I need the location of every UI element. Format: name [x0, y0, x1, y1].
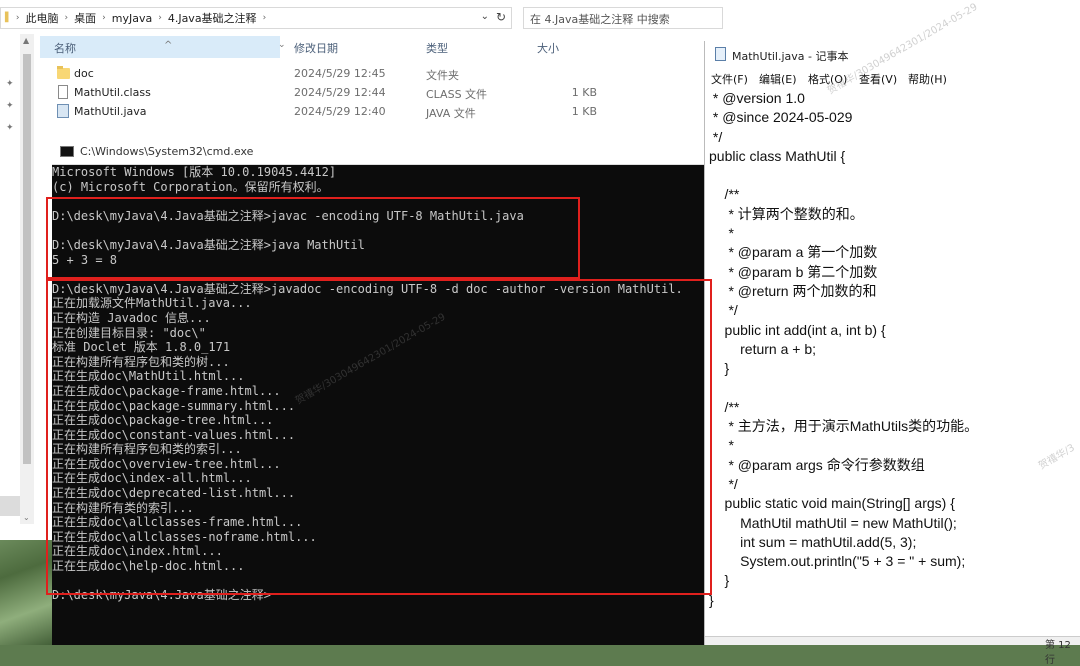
highlight-box-javadoc [46, 279, 712, 595]
sort-up-icon: ^ [164, 40, 173, 51]
column-header-size[interactable]: 大小 [537, 40, 559, 56]
code-line: public static void main(String[] args) { [709, 495, 955, 512]
column-name-label: 名称 [54, 42, 76, 55]
code-line: * @param a 第一个加数 [709, 244, 878, 261]
java-file-icon [57, 104, 69, 118]
status-line-indicator: 第 12 行 [1045, 640, 1071, 666]
column-header-modified[interactable]: 修改日期 [294, 40, 338, 56]
folder-icon: ▌ [5, 13, 12, 23]
file-row[interactable]: doc 2024/5/29 12:45 文件夹 [54, 65, 704, 84]
code-line: */ [709, 475, 738, 492]
notepad-menu-bar: 文件(F) 编辑(E) 格式(O) 查看(V) 帮助(H) [705, 68, 1080, 88]
code-line: * @version 1.0 [709, 90, 805, 106]
pin-icon[interactable]: ✦ [6, 79, 14, 89]
chevron-right-icon: › [64, 13, 69, 23]
file-type: CLASS 文件 [426, 88, 488, 101]
notepad-status-bar: 第 12 行 [705, 636, 1080, 666]
file-name: doc [74, 67, 94, 80]
file-row[interactable]: MathUtil.class 2024/5/29 12:44 CLASS 文件 … [54, 84, 704, 103]
cmd-title-bar[interactable]: C:\Windows\System32\cmd.exe [52, 139, 704, 165]
chevron-right-icon: › [158, 13, 162, 23]
scroll-down-icon[interactable]: ⌄ [23, 513, 30, 522]
terminal-line: Microsoft Windows [版本 10.0.19045.4412] [52, 165, 337, 179]
code-line: */ [709, 128, 723, 145]
file-size: 1 KB [571, 86, 597, 99]
file-modified: 2024/5/29 12:45 [294, 67, 386, 80]
notepad-icon [715, 47, 726, 61]
file-row[interactable]: MathUtil.java 2024/5/29 12:40 JAVA 文件 1 … [54, 103, 704, 122]
terminal-icon [60, 146, 74, 157]
nav-scrollbar[interactable]: ▲ ⌄ [20, 34, 34, 524]
refresh-icon[interactable]: ↻ [496, 10, 506, 24]
code-line: } [709, 572, 730, 589]
chevron-right-icon: › [262, 13, 267, 23]
menu-help[interactable]: 帮助(H) [908, 71, 947, 87]
navigation-pane: ✦ ✦ ✦ [0, 34, 21, 540]
code-line: * 主方法，用于演示MathUtils类的功能。 [709, 418, 979, 435]
column-header-name[interactable]: 名称 ^ ⌄ [40, 36, 286, 58]
file-type: 文件夹 [426, 69, 459, 82]
code-line: int sum = mathUtil.add(5, 3); [709, 533, 917, 550]
column-header-type[interactable]: 类型 [426, 40, 448, 56]
chevron-right-icon: › [102, 13, 106, 23]
address-bar[interactable]: ▌ › 此电脑 › 桌面 › myJava › 4.Java基础之注释 › ⌄ … [0, 7, 512, 29]
pin-icon[interactable]: ✦ [6, 123, 14, 133]
nav-selected-item[interactable] [0, 496, 20, 516]
code-line: return a + b; [709, 340, 816, 357]
code-line: System.out.println("5 + 3 = " + sum); [709, 553, 966, 570]
breadcrumb-this-pc[interactable]: 此电脑 [26, 10, 59, 26]
code-line: * @param args 命令行参数数组 [709, 456, 925, 473]
code-line: /** [709, 186, 740, 203]
scrollbar-thumb[interactable] [23, 54, 31, 464]
menu-file[interactable]: 文件(F) [711, 71, 748, 87]
folder-icon [57, 66, 70, 79]
terminal-line: (c) Microsoft Corporation。保留所有权利。 [52, 179, 329, 194]
chevron-right-icon: › [15, 13, 20, 23]
chevron-down-icon[interactable]: ⌄ [481, 11, 489, 22]
search-input[interactable]: 在 4.Java基础之注释 中搜索 [523, 7, 723, 29]
breadcrumb-myjava[interactable]: myJava [112, 12, 152, 25]
chevron-down-icon[interactable]: ⌄ [278, 40, 286, 50]
code-line: } [709, 360, 730, 377]
menu-edit[interactable]: 编辑(E) [759, 71, 797, 87]
code-line: */ [709, 302, 738, 319]
code-line: * [709, 437, 734, 454]
column-headers: 名称 ^ ⌄ 修改日期 类型 大小 [40, 36, 700, 58]
cmd-title: C:\Windows\System32\cmd.exe [80, 145, 254, 158]
code-line: * @since 2024-05-029 [709, 109, 853, 126]
notepad-window[interactable]: MathUtil.java - 记事本 文件(F) 编辑(E) 格式(O) 查看… [704, 41, 1080, 666]
code-line: * [709, 225, 734, 242]
scroll-up-icon[interactable]: ▲ [23, 36, 29, 45]
code-line: * @return 两个加数的和 [709, 282, 877, 299]
code-line: public class MathUtil { [709, 147, 846, 164]
file-modified: 2024/5/29 12:44 [294, 86, 386, 99]
highlight-box-compile-run [46, 197, 580, 279]
breadcrumb-current-folder[interactable]: 4.Java基础之注释 [168, 10, 257, 26]
code-line: public int add(int a, int b) { [709, 321, 886, 338]
file-modified: 2024/5/29 12:40 [294, 105, 386, 118]
code-line: MathUtil mathUtil = new MathUtil(); [709, 514, 957, 531]
file-size: 1 KB [571, 105, 597, 118]
code-line: * 计算两个整数的和。 [709, 205, 864, 222]
breadcrumb-desktop[interactable]: 桌面 [74, 10, 96, 26]
code-line: } [709, 591, 714, 608]
notepad-text-area[interactable]: * @version 1.0 * @since 2024-05-029 */ pu… [709, 89, 1079, 637]
code-line: /** [709, 398, 740, 415]
file-name: MathUtil.java [74, 105, 147, 118]
file-type: JAVA 文件 [426, 107, 476, 120]
pin-icon[interactable]: ✦ [6, 101, 14, 111]
file-name: MathUtil.class [74, 86, 151, 99]
file-icon [58, 85, 68, 99]
notepad-title: MathUtil.java - 记事本 [732, 50, 849, 63]
code-line: * @param b 第二个加数 [709, 263, 878, 280]
